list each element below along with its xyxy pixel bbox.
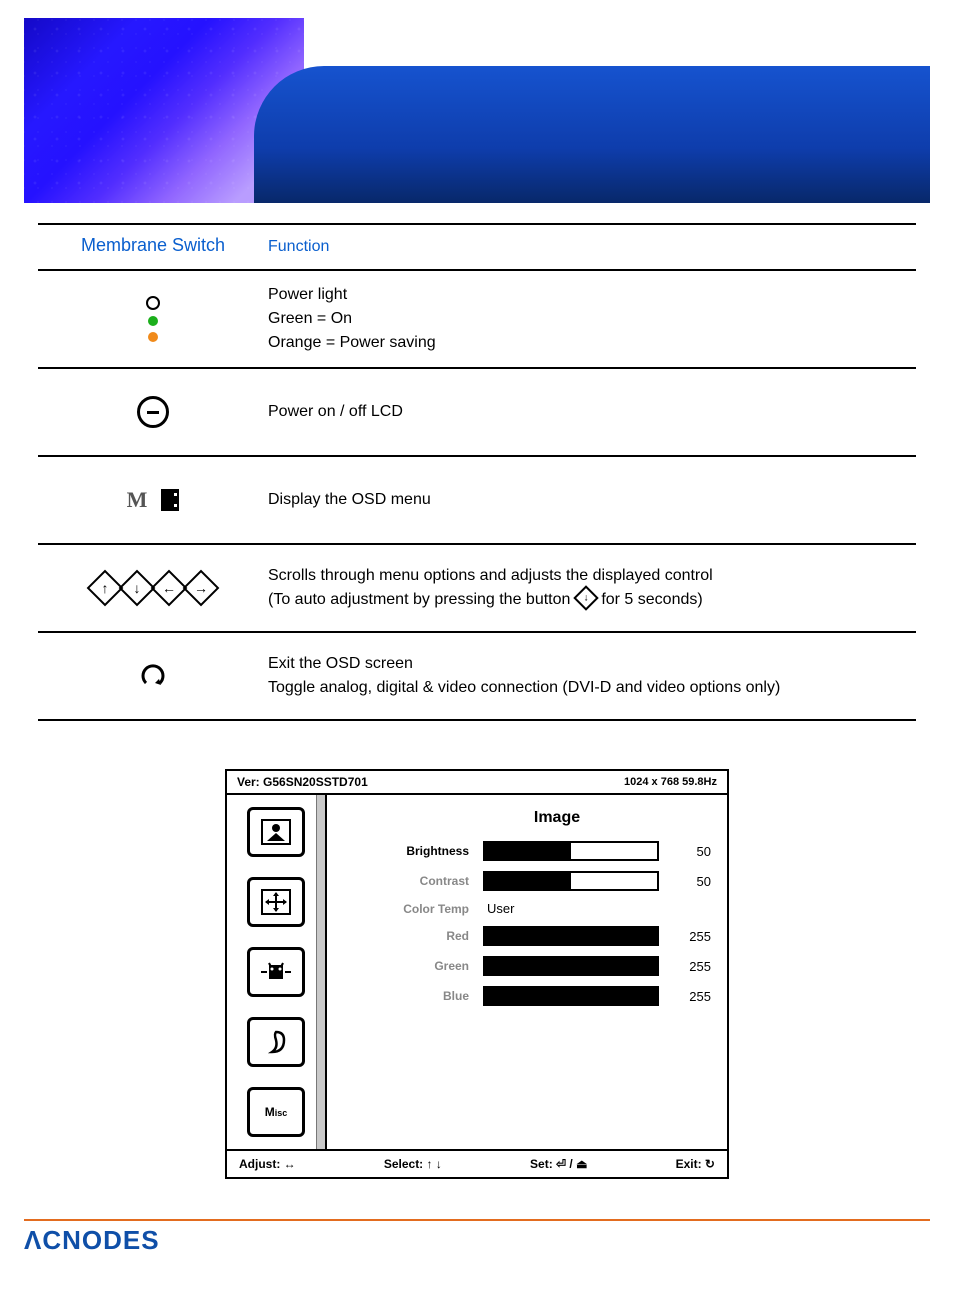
osd-tab-misc[interactable]: Misc (247, 1087, 305, 1137)
osd-version: Ver: G56SN20SSTD701 (237, 775, 368, 789)
exit-toggle-icon (138, 661, 168, 691)
osd-hint-exit: Exit: ↻ (676, 1157, 715, 1171)
osd-value-brightness: 50 (659, 844, 711, 859)
osd-scrollbar[interactable] (316, 795, 325, 1149)
osd-value-colortemp[interactable]: User (483, 901, 659, 916)
osd-menu-desc: Display the OSD menu (268, 488, 916, 512)
row-exit-toggle: Exit the OSD screen Toggle analog, digit… (38, 633, 916, 721)
row-power-button: Power on / off LCD (38, 369, 916, 457)
power-light-label: Power light (268, 283, 916, 307)
led-green-icon (148, 316, 158, 326)
menu-m-icon: M (127, 487, 148, 513)
power-light-green: Green = On (268, 307, 916, 331)
osd-slider-contrast[interactable] (483, 871, 659, 891)
header-banner (24, 18, 930, 203)
row-osd-menu: M Display the OSD menu (38, 457, 916, 545)
osd-tab-image[interactable] (247, 807, 305, 857)
membrane-switch-function-table: Membrane Switch Function Power light Gre… (38, 223, 916, 721)
power-button-desc: Power on / off LCD (268, 400, 916, 424)
osd-row-red: Red 255 (339, 926, 711, 946)
arrow-right-icon: → (183, 570, 220, 607)
osd-value-green: 255 (659, 959, 711, 974)
osd-label-contrast: Contrast (339, 874, 483, 888)
power-light-orange: Orange = Power saving (268, 331, 916, 355)
col-header-function: Function (268, 235, 916, 259)
power-button-icon (137, 396, 169, 428)
osd-label-red: Red (339, 929, 483, 943)
osd-row-blue: Blue 255 (339, 986, 711, 1006)
osd-tab-clock[interactable] (247, 947, 305, 997)
menu-e-icon (161, 489, 179, 511)
row-power-light: Power light Green = On Orange = Power sa… (38, 271, 916, 369)
osd-tab-audio[interactable] (247, 1017, 305, 1067)
osd-slider-green[interactable] (483, 956, 659, 976)
exit-desc-line2: Toggle analog, digital & video connectio… (268, 676, 916, 700)
osd-slider-blue[interactable] (483, 986, 659, 1006)
led-orange-icon (148, 332, 158, 342)
osd-row-green: Green 255 (339, 956, 711, 976)
osd-tab-strip: Misc (227, 795, 327, 1149)
osd-tab-position[interactable] (247, 877, 305, 927)
osd-label-brightness: Brightness (339, 844, 483, 858)
osd-slider-brightness[interactable] (483, 841, 659, 861)
brand-logo: ΛCNODES (24, 1219, 930, 1256)
osd-footer: Adjust: ↔ Select: ↑ ↓ Set: ⏎ / ⏏ Exit: ↻ (227, 1151, 727, 1177)
osd-titlebar: Ver: G56SN20SSTD701 1024 x 768 59.8Hz (227, 771, 727, 795)
col-header-switch: Membrane Switch (38, 235, 268, 259)
osd-row-contrast: Contrast 50 (339, 871, 711, 891)
arrow-down-inline-icon: ↓ (573, 585, 598, 610)
exit-desc-line1: Exit the OSD screen (268, 652, 916, 676)
osd-hint-set: Set: ⏎ / ⏏ (530, 1157, 587, 1171)
osd-label-blue: Blue (339, 989, 483, 1003)
osd-resolution: 1024 x 768 59.8Hz (624, 776, 717, 788)
osd-slider-red[interactable] (483, 926, 659, 946)
arrow-desc-line1: Scrolls through menu options and adjusts… (268, 564, 916, 588)
power-indicator-ring-icon (146, 296, 160, 310)
osd-hint-adjust: Adjust: ↔ (239, 1157, 296, 1171)
arrow-desc-line2: (To auto adjustment by pressing the butt… (268, 588, 916, 612)
osd-label-colortemp: Color Temp (339, 902, 483, 916)
osd-value-blue: 255 (659, 989, 711, 1004)
osd-row-brightness: Brightness 50 (339, 841, 711, 861)
osd-value-contrast: 50 (659, 874, 711, 889)
osd-hint-select: Select: ↑ ↓ (384, 1157, 442, 1171)
osd-label-green: Green (339, 959, 483, 973)
osd-section-heading: Image (403, 809, 711, 827)
row-arrow-controls: ↑ ↓ ← → Scrolls through menu options and… (38, 545, 916, 633)
osd-row-colortemp: Color Temp User (339, 901, 711, 916)
osd-panel: Ver: G56SN20SSTD701 1024 x 768 59.8Hz (225, 769, 729, 1179)
osd-value-red: 255 (659, 929, 711, 944)
